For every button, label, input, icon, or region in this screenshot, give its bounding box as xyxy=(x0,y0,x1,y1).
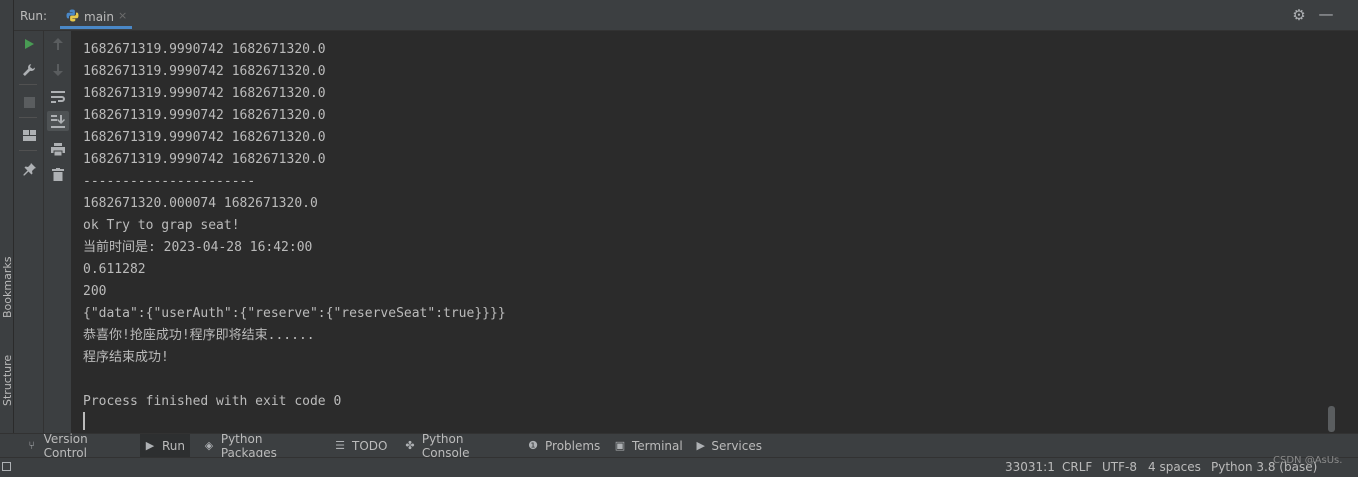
status-bar: 33031:1 CRLF UTF-8 4 spaces Python 3.8 (… xyxy=(0,457,1358,477)
left-tool-strip: Bookmarks Structure xyxy=(0,0,14,433)
console-line: 0.611282 xyxy=(83,262,146,277)
console-line: ---------------------- xyxy=(83,174,256,189)
console-line: 当前时间是: 2023-04-28 16:42:00 xyxy=(83,240,313,255)
text-cursor xyxy=(83,412,85,430)
run-icon: ▶ xyxy=(145,439,155,452)
tool-tab-label: TODO xyxy=(352,438,388,453)
console-line: 1682671319.9990742 1682671320.0 xyxy=(83,64,326,79)
tool-tab-label: Services xyxy=(711,438,762,453)
caret-position[interactable]: 33031:1 xyxy=(1005,460,1055,474)
indent-setting[interactable]: 4 spaces xyxy=(1148,460,1201,474)
bookmarks-label: Bookmarks xyxy=(1,256,14,318)
console-line: 恭喜你!抢座成功!程序即将结束...... xyxy=(83,328,315,343)
console-line: 程序结束成功! xyxy=(83,350,169,365)
scrollbar-thumb[interactable] xyxy=(1328,406,1335,432)
run-header: Run: main × ⚙ — xyxy=(14,0,1358,31)
console-line: 1682671320.000074 1682671320.0 xyxy=(83,196,318,211)
tool-tab-label: Python Console xyxy=(421,431,470,460)
console-line: 1682671319.9990742 1682671320.0 xyxy=(83,31,506,39)
tool-tab-label: Problems xyxy=(545,438,601,453)
bookmarks-tab[interactable]: Bookmarks xyxy=(0,256,14,340)
down-arrow-icon[interactable] xyxy=(47,60,69,80)
layout-icon[interactable] xyxy=(18,125,40,145)
soft-wrap-icon[interactable] xyxy=(47,87,69,107)
tool-tab-label: Run xyxy=(162,438,186,453)
pin-icon[interactable] xyxy=(18,159,40,179)
tool-tab-terminal[interactable]: ▣ Terminal xyxy=(610,434,684,457)
console-line: 200 xyxy=(83,284,107,299)
tool-tab-run[interactable]: ▶ Run xyxy=(140,434,190,457)
terminal-icon: ▣ xyxy=(614,439,626,452)
tool-tab-label: Python Packages xyxy=(220,431,277,460)
close-icon[interactable]: × xyxy=(118,9,127,22)
watermark: CSDN @AsUs. xyxy=(1273,455,1343,466)
tool-tab-version-control[interactable]: ⑂ Version Control xyxy=(22,431,132,460)
file-encoding[interactable]: UTF-8 xyxy=(1102,460,1137,474)
tool-tab-label: Terminal xyxy=(632,438,683,453)
structure-tab[interactable]: Structure xyxy=(0,352,14,422)
python-console-icon: ✤ xyxy=(405,439,415,452)
python-icon xyxy=(66,9,79,22)
tool-tab-label: Version Control xyxy=(43,431,88,460)
run-label: Run: xyxy=(20,9,48,23)
console-line: Process finished with exit code 0 xyxy=(83,394,342,409)
scroll-to-end-icon[interactable] xyxy=(47,111,69,131)
tool-window-bar: ⑂ Version Control ▶ Run ◈ Python Packages ☰ TOD… xyxy=(0,431,1358,460)
tool-tab-services[interactable]: ▶ Services xyxy=(692,434,762,457)
tool-tab-problems[interactable]: ❶ Problems xyxy=(523,434,601,457)
toolbar-divider xyxy=(19,150,37,151)
problems-icon: ❶ xyxy=(528,439,538,452)
gear-icon[interactable]: ⚙ xyxy=(1291,7,1307,23)
rerun-icon[interactable] xyxy=(18,34,40,54)
version-control-icon: ⑂ xyxy=(28,439,36,452)
console-line: 1682671319.9990742 1682671320.0 xyxy=(83,152,326,167)
console-line: 1682671319.9990742 1682671320.0 xyxy=(83,42,326,57)
stop-icon[interactable] xyxy=(18,92,40,112)
tool-tab-python-packages[interactable]: ◈ Python Packages xyxy=(199,431,321,460)
tool-tab-todo[interactable]: ☰ TODO xyxy=(330,434,390,457)
wrench-icon[interactable] xyxy=(18,60,40,80)
line-separator[interactable]: CRLF xyxy=(1062,460,1092,474)
print-icon[interactable] xyxy=(47,139,69,159)
trash-icon[interactable] xyxy=(47,164,69,184)
todo-icon: ☰ xyxy=(335,439,345,452)
run-toolbar-primary xyxy=(14,31,44,433)
console-line: 1682671319.9990742 1682671320.0 xyxy=(83,130,326,145)
console-line: 1682671319.9990742 1682671320.0 xyxy=(83,108,326,123)
console-line: {"data":{"userAuth":{"reserve":{"reserve… xyxy=(83,306,506,321)
console-line: ok Try to grap seat! xyxy=(83,218,240,233)
tab-main-label: main xyxy=(84,10,114,24)
packages-icon: ◈ xyxy=(204,439,214,452)
scrollbar-track[interactable] xyxy=(1336,31,1358,433)
run-toolbar-secondary xyxy=(44,31,72,433)
minimize-icon[interactable]: — xyxy=(1318,7,1334,23)
toolbar-divider xyxy=(19,84,37,85)
structure-label: Structure xyxy=(1,354,14,406)
tab-main[interactable]: main × xyxy=(60,3,132,29)
console-lines: 1682671319.9990742 1682671320.0 168267131… xyxy=(83,31,506,413)
tool-windows-toggle-icon[interactable] xyxy=(2,462,11,471)
console-output[interactable]: 1682671319.9990742 1682671320.0 168267131… xyxy=(72,31,1336,433)
services-icon: ▶ xyxy=(696,439,705,452)
up-arrow-icon[interactable] xyxy=(47,34,69,54)
toolbar-divider xyxy=(19,117,37,118)
tool-tab-python-console[interactable]: ✤ Python Console xyxy=(400,431,514,460)
console-line: 1682671319.9990742 1682671320.0 xyxy=(83,86,326,101)
